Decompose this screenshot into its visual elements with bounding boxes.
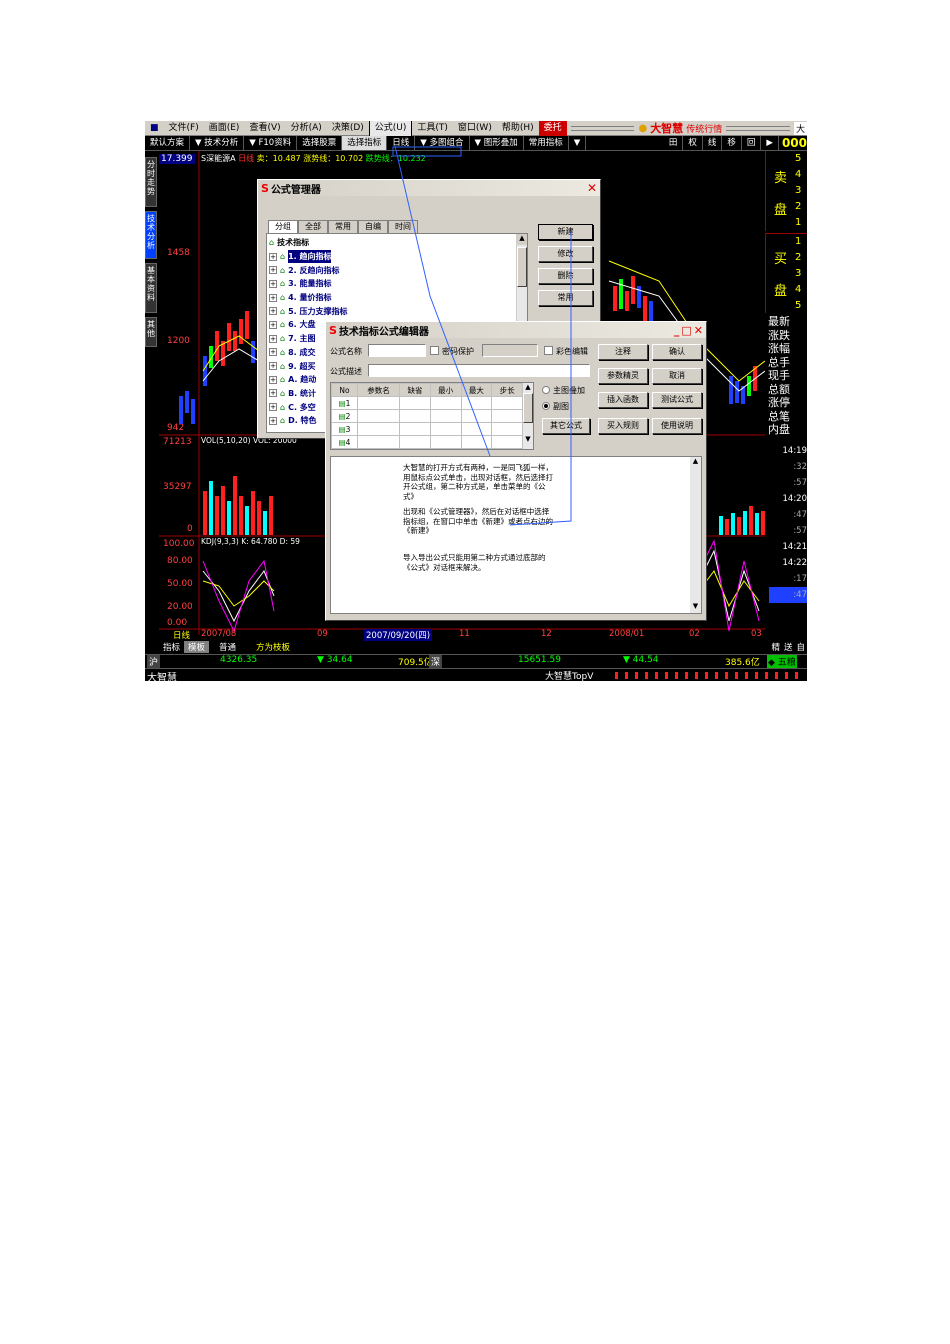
annotation-line-1 — [394, 145, 491, 457]
annotation-line-2 — [509, 231, 572, 526]
annotation-lines — [392, 145, 572, 526]
annotation-box — [392, 146, 462, 157]
app-window: ■ 文件(F) 画面(E) 查看(V) 分析(A) 决策(D) 公式(U) 工具… — [145, 121, 807, 681]
